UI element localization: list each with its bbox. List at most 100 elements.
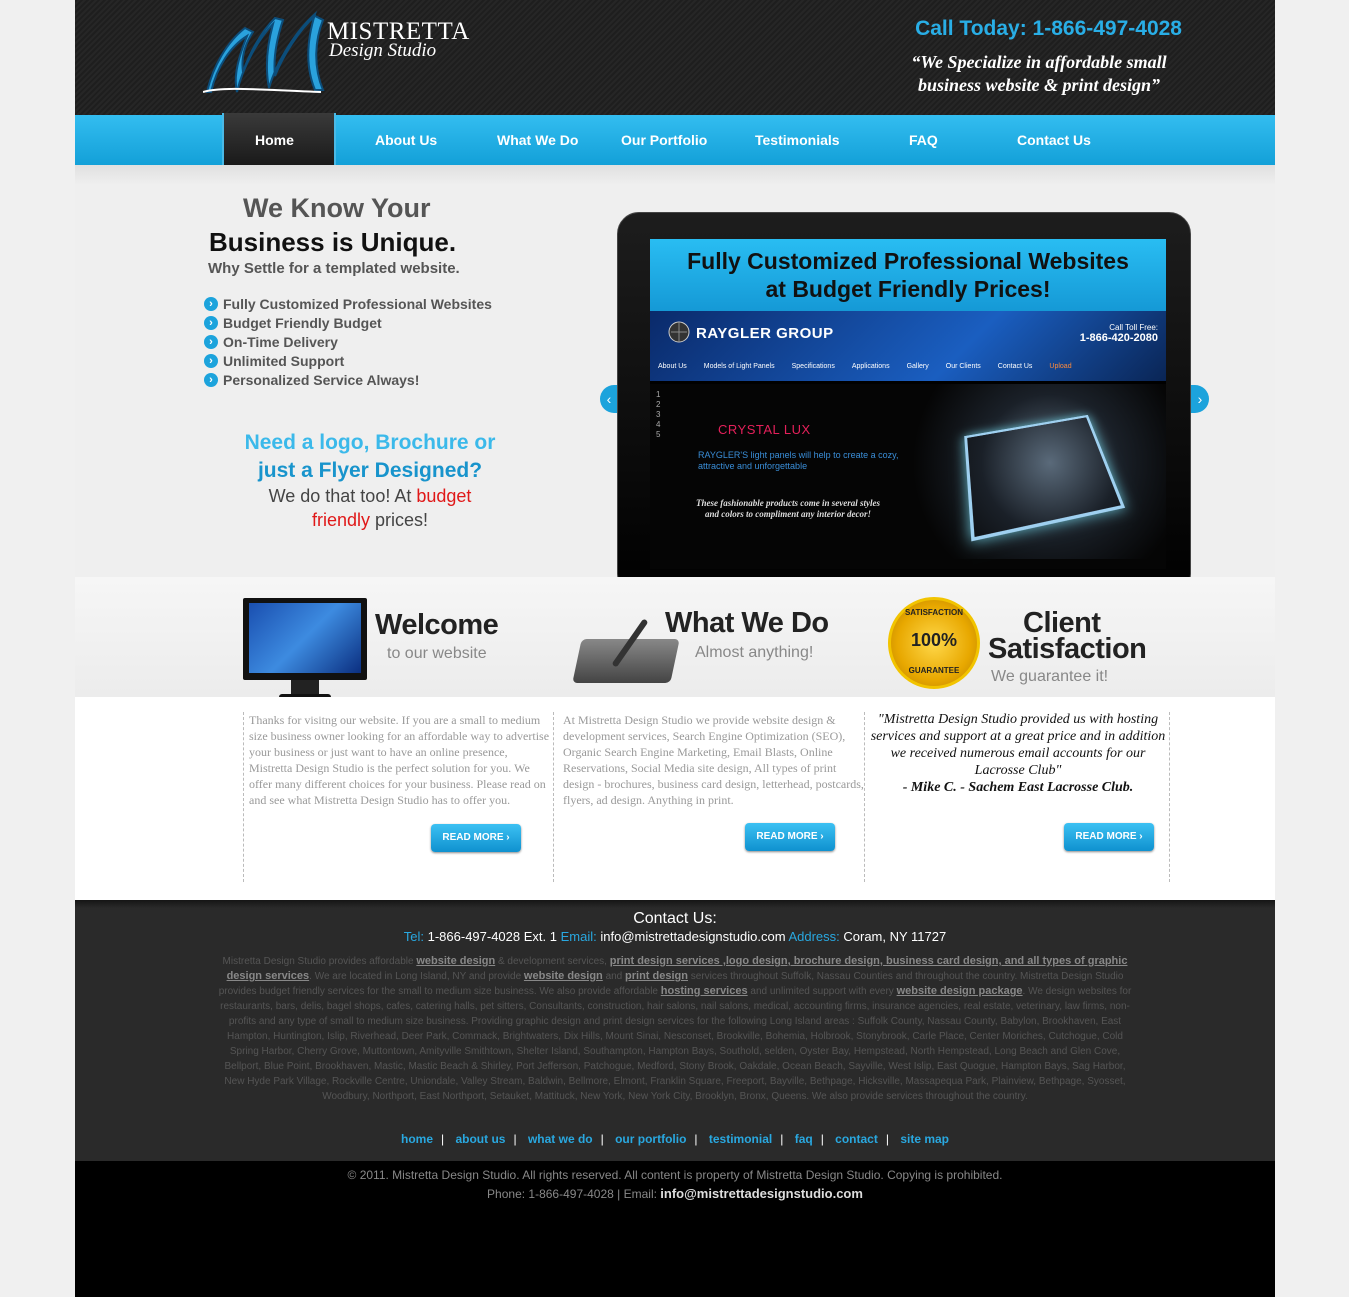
slide-nav-item: Our Clients [946,363,981,370]
link-separator: | [780,1132,783,1146]
footer-link-about-us[interactable]: about us [455,1132,505,1146]
slider-screen[interactable]: Fully Customized Professional Websites a… [650,239,1166,569]
link-separator: | [513,1132,516,1146]
slide-num: 3 [656,410,668,420]
seo-text: . We are located in Long Island, NY and … [309,971,521,982]
feature-label: Budget Friendly Budget [223,315,382,331]
slide-page-numbers: 1 2 3 4 5 [656,390,668,440]
address-value: Coram, NY 11727 [843,929,946,944]
feature-item: › Fully Customized Professional Websites [204,296,492,315]
chevron-bullet-icon: › [204,316,218,330]
promo-text-end: prices! [370,510,428,530]
slide-product-image [908,384,1166,559]
slide-banner-line2: at Budget Friendly Prices! [650,275,1166,303]
slide-num: 5 [656,430,668,440]
seo-text: & development services, [498,956,607,967]
feature-label: Personalized Service Always! [223,372,419,388]
logo-subtitle: Design Studio [329,40,436,62]
slide-nav-item: Models of Light Panels [704,363,775,370]
slide-body: 1 2 3 4 5 CRYSTAL LUX RAYGLER'S light pa… [650,384,1166,569]
welcome-subtitle: to our website [387,645,487,663]
feature-label: On-Time Delivery [223,334,338,350]
read-more-button-whatwedo[interactable]: READ MORE › [745,823,835,851]
chevron-bullet-icon: › [204,373,218,387]
slide-num: 1 [656,390,668,400]
slide-nav-item: Applications [852,363,890,370]
bottom-phone: Phone: 1-866-497-4028 | Email: [487,1187,657,1201]
whatwedo-column: At Mistretta Design Studio we provide we… [554,712,865,882]
feature-item: › Budget Friendly Budget [204,315,492,334]
light-panel-image [964,415,1125,542]
site-header: MISTRETTA Design Studio Call Today: 1-86… [75,0,1275,115]
slide-nav-item: Gallery [907,363,929,370]
footer-link-home[interactable]: home [401,1132,433,1146]
nav-faq[interactable]: FAQ [909,132,938,148]
chevron-bullet-icon: › [204,335,218,349]
feature-item: › On-Time Delivery [204,334,492,353]
email-value[interactable]: info@mistrettadesignstudio.com [600,929,785,944]
whatwedo-subtitle: Almost anything! [695,644,813,662]
seo-link[interactable]: print design [625,970,688,982]
read-more-label: READ MORE [1075,831,1136,842]
slider-next-arrow-icon[interactable]: › [1191,385,1209,413]
read-more-label: READ MORE [756,831,817,842]
client-title-line2: Satisfaction [988,633,1146,666]
feature-band: Welcome to our website What We Do Almost… [75,577,1275,697]
seo-link[interactable]: website design [524,970,603,982]
seo-link[interactable]: website design [416,955,495,967]
slide-desc: RAYGLER'S light panels will help to crea… [698,450,913,472]
seo-link[interactable]: hosting services [661,985,748,997]
slider-prev-arrow-icon[interactable]: ‹ [600,385,618,413]
footer-link-what-we-do[interactable]: what we do [528,1132,593,1146]
footer-link-faq[interactable]: faq [795,1132,813,1146]
chevron-bullet-icon: › [204,354,218,368]
nav-what-we-do[interactable]: What We Do [497,132,578,148]
read-more-button-testimonial[interactable]: READ MORE › [1064,823,1154,851]
footer-contact-line: Tel: 1-866-497-4028 Ext. 1 Email: info@m… [75,929,1275,944]
badge-top-text: SATISFACTION [891,608,977,617]
read-more-button-welcome[interactable]: READ MORE › [431,824,521,852]
header-phone[interactable]: Call Today: 1-866-497-4028 [915,17,1182,41]
header-tagline: “We Specialize in affordable small busin… [889,51,1189,97]
nav-about-us[interactable]: About Us [375,132,437,148]
slide-nav-item: About Us [658,363,687,370]
nav-our-portfolio[interactable]: Our Portfolio [621,132,707,148]
footer-link-contact[interactable]: contact [835,1132,878,1146]
slide-banner: Fully Customized Professional Websites a… [650,239,1166,311]
welcome-title: Welcome [375,609,498,642]
hero-heading-line2: Business is Unique. [209,227,456,258]
promo-budget: budget [416,486,471,506]
feature-label: Fully Customized Professional Websites [223,296,492,312]
nav-home[interactable]: Home [255,132,294,148]
nav-contact-us[interactable]: Contact Us [1017,132,1091,148]
testimonial-quote-text: "Mistretta Design Studio provided us wit… [871,712,1166,778]
slide-desc-italic: These fashionable products come in sever… [688,498,888,520]
hero-subheading: Why Settle for a templated website. [208,260,460,277]
slide-product-name: CRYSTAL LUX [718,422,811,437]
footer-link-site-map[interactable]: site map [900,1132,949,1146]
slide-site-header: RAYGLER GROUP Call Toll Free: 1-866-420-2… [650,311,1166,381]
page-wrapper: MISTRETTA Design Studio Call Today: 1-86… [75,0,1275,1297]
content-columns: Thanks for visitng our website. If you a… [75,697,1275,900]
badge-percent: 100% [891,630,977,651]
testimonial-author: - Mike C. - Sachem East Lacrosse Club. [867,779,1169,796]
promo-line2: just a Flyer Designed? [215,457,525,484]
tel-value[interactable]: 1-866-497-4028 Ext. 1 [428,929,557,944]
slide-nav-item: Specifications [792,363,835,370]
slide-num: 2 [656,400,668,410]
feature-list: › Fully Customized Professional Websites … [204,296,492,391]
seo-link[interactable]: website design package [897,985,1023,997]
footer-link-testimonial[interactable]: testimonial [709,1132,772,1146]
tel-label: Tel: [404,929,424,944]
bottom-bar: © 2011. Mistretta Design Studio. All rig… [75,1161,1275,1297]
bottom-email[interactable]: info@mistrettadesignstudio.com [660,1186,863,1201]
slide-nav-item: Upload [1049,363,1071,370]
promo-text: We do that too! At [269,486,417,506]
footer-link-our-portfolio[interactable]: our portfolio [615,1132,686,1146]
footer-links: home | about us | what we do | our portfoli… [75,1132,1275,1146]
nav-testimonials[interactable]: Testimonials [755,132,840,148]
footer-seo-text: Mistretta Design Studio provides afforda… [215,954,1135,1104]
bottom-contact: Phone: 1-866-497-4028 | Email: info@mist… [75,1186,1275,1201]
testimonial-column: "Mistretta Design Studio provided us wit… [865,712,1170,882]
slide-call-label: Call Toll Free: [1109,323,1158,332]
